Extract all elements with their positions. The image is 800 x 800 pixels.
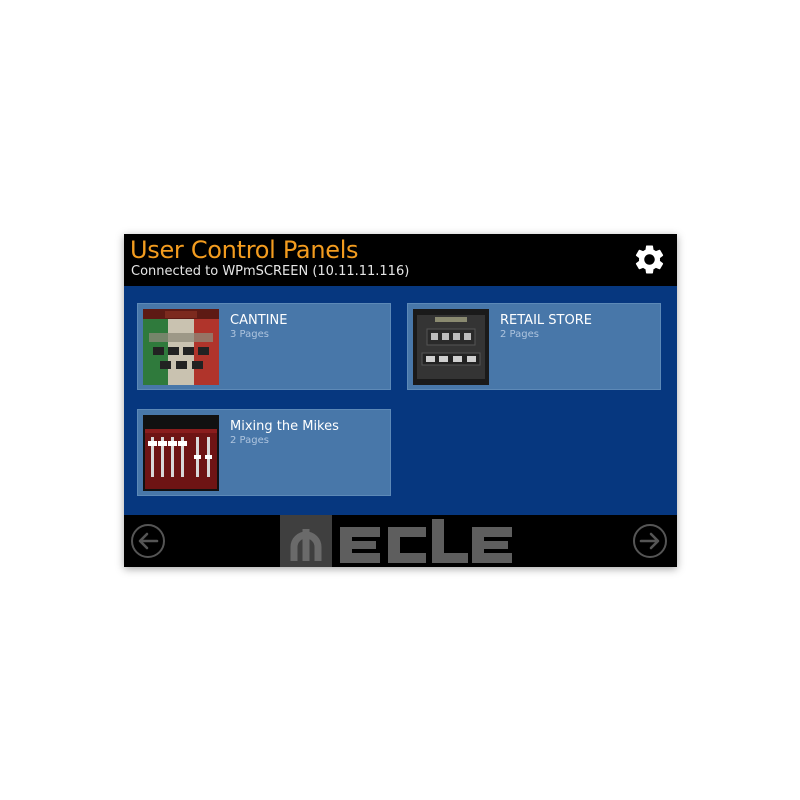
arrow-left-icon	[131, 524, 165, 558]
page-title: User Control Panels	[130, 236, 359, 264]
panel-page-count: 2 Pages	[500, 329, 539, 340]
connection-status: Connected to WPmSCREEN (10.11.11.116)	[131, 264, 410, 279]
footer: ecler	[124, 515, 677, 567]
panel-name: Mixing the Mikes	[230, 419, 339, 434]
settings-button[interactable]	[632, 242, 667, 277]
previous-page-button[interactable]	[130, 523, 166, 559]
panel-tile-cantine[interactable]: CANTINE 3 Pages	[137, 303, 391, 390]
header: User Control Panels Connected to WPmSCRE…	[124, 234, 677, 285]
mixing-panel-thumbnail	[143, 415, 219, 491]
panel-grid: CANTINE 3 Pages RETAIL STORE 2 Pages Mix…	[124, 286, 677, 515]
panel-name: RETAIL STORE	[500, 313, 592, 328]
gear-icon	[635, 245, 664, 274]
app-window: User Control Panels Connected to WPmSCRE…	[124, 234, 677, 567]
panel-tile-mixing-the-mikes[interactable]: Mixing the Mikes 2 Pages	[137, 409, 391, 496]
panel-name: CANTINE	[230, 313, 288, 328]
ecler-logo: ecler	[280, 515, 520, 567]
retail-store-panel-thumbnail	[413, 309, 489, 385]
panel-page-count: 3 Pages	[230, 329, 269, 340]
cantine-panel-thumbnail	[143, 309, 219, 385]
panel-tile-retail-store[interactable]: RETAIL STORE 2 Pages	[407, 303, 661, 390]
next-page-button[interactable]	[632, 523, 668, 559]
panel-page-count: 2 Pages	[230, 435, 269, 446]
arrow-right-icon	[633, 524, 667, 558]
